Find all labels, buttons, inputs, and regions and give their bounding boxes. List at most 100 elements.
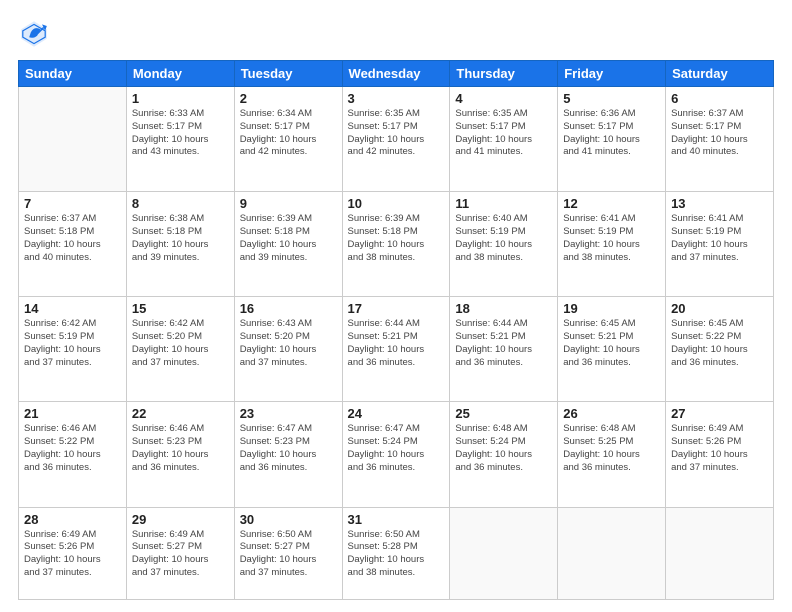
- day-info: Sunrise: 6:37 AM Sunset: 5:18 PM Dayligh…: [24, 213, 121, 264]
- calendar-cell: 19 Sunrise: 6:45 AM Sunset: 5:21 PM Dayli…: [558, 297, 666, 402]
- calendar-header-tuesday: Tuesday: [234, 61, 342, 87]
- calendar-cell: 11 Sunrise: 6:40 AM Sunset: 5:19 PM Dayli…: [450, 192, 558, 297]
- calendar-week-1: 1Sunrise: 6:33 AM Sunset: 5:17 PM Daylig…: [19, 87, 774, 192]
- calendar-cell: [558, 507, 666, 599]
- calendar-cell: 17Sunrise: 6:44 AM Sunset: 5:21 PM Dayli…: [342, 297, 450, 402]
- day-number: 6: [671, 91, 768, 106]
- calendar-cell: 15 Sunrise: 6:42 AM Sunset: 5:20 PM Dayli…: [126, 297, 234, 402]
- calendar-cell: 3 Sunrise: 6:35 AM Sunset: 5:17 PM Daylig…: [342, 87, 450, 192]
- day-info: Sunrise: 6:41 AM Sunset: 5:19 PM Dayligh…: [563, 213, 660, 264]
- calendar-cell: [666, 507, 774, 599]
- calendar-cell: [19, 87, 127, 192]
- calendar-cell: 16 Sunrise: 6:43 AM Sunset: 5:20 PM Dayli…: [234, 297, 342, 402]
- calendar-cell: 31Sunrise: 6:50 AM Sunset: 5:28 PM Dayli…: [342, 507, 450, 599]
- day-number: 4: [455, 91, 552, 106]
- day-info: Sunrise: 6:42 AM Sunset: 5:20 PM Dayligh…: [132, 318, 229, 369]
- logo-icon: [18, 18, 50, 50]
- day-info: Sunrise: 6:38 AM Sunset: 5:18 PM Dayligh…: [132, 213, 229, 264]
- calendar-week-3: 14Sunrise: 6:42 AM Sunset: 5:19 PM Dayli…: [19, 297, 774, 402]
- day-number: 3: [348, 91, 445, 106]
- day-number: 14: [24, 301, 121, 316]
- calendar-week-2: 7 Sunrise: 6:37 AM Sunset: 5:18 PM Daylig…: [19, 192, 774, 297]
- day-info: Sunrise: 6:35 AM Sunset: 5:17 PM Dayligh…: [348, 108, 445, 159]
- calendar-cell: 14Sunrise: 6:42 AM Sunset: 5:19 PM Dayli…: [19, 297, 127, 402]
- day-number: 5: [563, 91, 660, 106]
- calendar-cell: 20 Sunrise: 6:45 AM Sunset: 5:22 PM Dayli…: [666, 297, 774, 402]
- calendar-cell: 18 Sunrise: 6:44 AM Sunset: 5:21 PM Dayli…: [450, 297, 558, 402]
- day-info: Sunrise: 6:40 AM Sunset: 5:19 PM Dayligh…: [455, 213, 552, 264]
- calendar-cell: 9Sunrise: 6:39 AM Sunset: 5:18 PM Daylig…: [234, 192, 342, 297]
- calendar-cell: 27 Sunrise: 6:49 AM Sunset: 5:26 PM Dayli…: [666, 402, 774, 507]
- day-number: 23: [240, 406, 337, 421]
- day-number: 16: [240, 301, 337, 316]
- day-info: Sunrise: 6:49 AM Sunset: 5:27 PM Dayligh…: [132, 529, 229, 580]
- day-number: 31: [348, 512, 445, 527]
- calendar-header-friday: Friday: [558, 61, 666, 87]
- calendar-cell: 4 Sunrise: 6:35 AM Sunset: 5:17 PM Daylig…: [450, 87, 558, 192]
- day-number: 8: [132, 196, 229, 211]
- calendar-cell: 8 Sunrise: 6:38 AM Sunset: 5:18 PM Daylig…: [126, 192, 234, 297]
- calendar-header-sunday: Sunday: [19, 61, 127, 87]
- calendar-cell: 29 Sunrise: 6:49 AM Sunset: 5:27 PM Dayli…: [126, 507, 234, 599]
- day-number: 30: [240, 512, 337, 527]
- day-number: 9: [240, 196, 337, 211]
- day-number: 18: [455, 301, 552, 316]
- calendar-header-row: SundayMondayTuesdayWednesdayThursdayFrid…: [19, 61, 774, 87]
- day-number: 10: [348, 196, 445, 211]
- calendar-cell: 13Sunrise: 6:41 AM Sunset: 5:19 PM Dayli…: [666, 192, 774, 297]
- day-info: Sunrise: 6:48 AM Sunset: 5:25 PM Dayligh…: [563, 423, 660, 474]
- day-info: Sunrise: 6:49 AM Sunset: 5:26 PM Dayligh…: [671, 423, 768, 474]
- calendar-header-wednesday: Wednesday: [342, 61, 450, 87]
- day-number: 24: [348, 406, 445, 421]
- logo: [18, 18, 56, 50]
- day-number: 27: [671, 406, 768, 421]
- day-info: Sunrise: 6:47 AM Sunset: 5:24 PM Dayligh…: [348, 423, 445, 474]
- day-number: 11: [455, 196, 552, 211]
- day-info: Sunrise: 6:37 AM Sunset: 5:17 PM Dayligh…: [671, 108, 768, 159]
- day-info: Sunrise: 6:33 AM Sunset: 5:17 PM Dayligh…: [132, 108, 229, 159]
- day-number: 20: [671, 301, 768, 316]
- calendar-cell: 1Sunrise: 6:33 AM Sunset: 5:17 PM Daylig…: [126, 87, 234, 192]
- calendar-cell: 24 Sunrise: 6:47 AM Sunset: 5:24 PM Dayli…: [342, 402, 450, 507]
- calendar-header-saturday: Saturday: [666, 61, 774, 87]
- calendar-cell: 5 Sunrise: 6:36 AM Sunset: 5:17 PM Daylig…: [558, 87, 666, 192]
- day-number: 12: [563, 196, 660, 211]
- day-info: Sunrise: 6:49 AM Sunset: 5:26 PM Dayligh…: [24, 529, 121, 580]
- calendar-cell: 12 Sunrise: 6:41 AM Sunset: 5:19 PM Dayli…: [558, 192, 666, 297]
- calendar-cell: 30 Sunrise: 6:50 AM Sunset: 5:27 PM Dayli…: [234, 507, 342, 599]
- day-info: Sunrise: 6:44 AM Sunset: 5:21 PM Dayligh…: [455, 318, 552, 369]
- calendar-week-4: 21Sunrise: 6:46 AM Sunset: 5:22 PM Dayli…: [19, 402, 774, 507]
- calendar-cell: [450, 507, 558, 599]
- calendar-cell: 26 Sunrise: 6:48 AM Sunset: 5:25 PM Dayli…: [558, 402, 666, 507]
- day-info: Sunrise: 6:47 AM Sunset: 5:23 PM Dayligh…: [240, 423, 337, 474]
- day-number: 17: [348, 301, 445, 316]
- day-number: 22: [132, 406, 229, 421]
- day-info: Sunrise: 6:36 AM Sunset: 5:17 PM Dayligh…: [563, 108, 660, 159]
- day-number: 29: [132, 512, 229, 527]
- day-info: Sunrise: 6:50 AM Sunset: 5:27 PM Dayligh…: [240, 529, 337, 580]
- calendar-cell: 7 Sunrise: 6:37 AM Sunset: 5:18 PM Daylig…: [19, 192, 127, 297]
- day-number: 2: [240, 91, 337, 106]
- day-info: Sunrise: 6:46 AM Sunset: 5:22 PM Dayligh…: [24, 423, 121, 474]
- calendar-cell: 28 Sunrise: 6:49 AM Sunset: 5:26 PM Dayli…: [19, 507, 127, 599]
- day-number: 15: [132, 301, 229, 316]
- day-info: Sunrise: 6:35 AM Sunset: 5:17 PM Dayligh…: [455, 108, 552, 159]
- day-info: Sunrise: 6:48 AM Sunset: 5:24 PM Dayligh…: [455, 423, 552, 474]
- day-number: 13: [671, 196, 768, 211]
- day-number: 7: [24, 196, 121, 211]
- calendar-cell: 10Sunrise: 6:39 AM Sunset: 5:18 PM Dayli…: [342, 192, 450, 297]
- calendar-cell: 25Sunrise: 6:48 AM Sunset: 5:24 PM Dayli…: [450, 402, 558, 507]
- day-info: Sunrise: 6:46 AM Sunset: 5:23 PM Dayligh…: [132, 423, 229, 474]
- day-info: Sunrise: 6:45 AM Sunset: 5:22 PM Dayligh…: [671, 318, 768, 369]
- calendar-week-5: 28 Sunrise: 6:49 AM Sunset: 5:26 PM Dayli…: [19, 507, 774, 599]
- day-info: Sunrise: 6:45 AM Sunset: 5:21 PM Dayligh…: [563, 318, 660, 369]
- calendar-cell: 22 Sunrise: 6:46 AM Sunset: 5:23 PM Dayli…: [126, 402, 234, 507]
- calendar-header-monday: Monday: [126, 61, 234, 87]
- day-number: 19: [563, 301, 660, 316]
- day-info: Sunrise: 6:43 AM Sunset: 5:20 PM Dayligh…: [240, 318, 337, 369]
- day-number: 26: [563, 406, 660, 421]
- calendar-cell: 23 Sunrise: 6:47 AM Sunset: 5:23 PM Dayli…: [234, 402, 342, 507]
- header: [18, 18, 774, 50]
- calendar-cell: 6 Sunrise: 6:37 AM Sunset: 5:17 PM Daylig…: [666, 87, 774, 192]
- day-number: 28: [24, 512, 121, 527]
